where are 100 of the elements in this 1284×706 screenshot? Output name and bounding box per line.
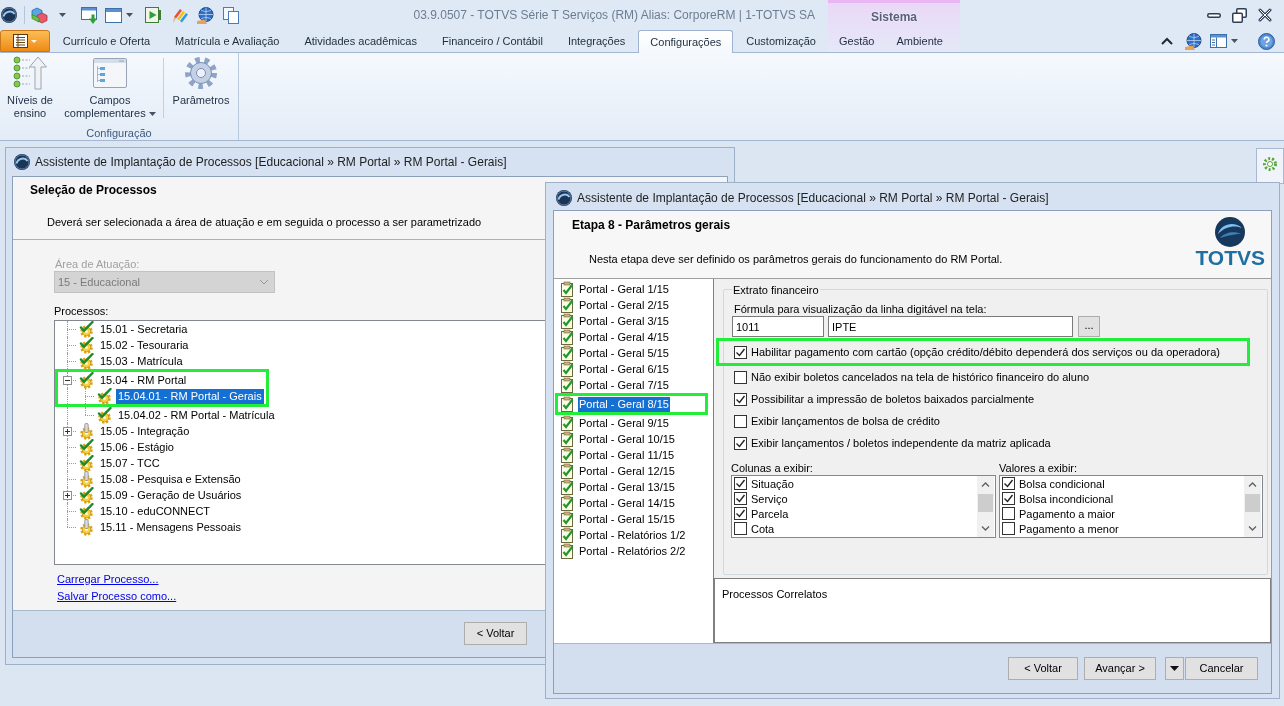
caret-down-icon: [1170, 666, 1179, 671]
globe-icon[interactable]: [1185, 32, 1202, 50]
ribbon-button[interactable]: Campos complementares: [62, 53, 158, 123]
collapse-icon[interactable]: [62, 375, 72, 385]
cubes-icon[interactable]: [31, 6, 48, 24]
step-item[interactable]: Portal - Geral 12/15: [578, 463, 676, 479]
ribbon-button[interactable]: Parâmetros: [169, 53, 233, 123]
step-item[interactable]: Portal - Geral 13/15: [578, 479, 676, 495]
wizard-button[interactable]: < Voltar: [1008, 657, 1078, 680]
ribbon-tab[interactable]: Gestão: [828, 30, 886, 52]
checkbox[interactable]: [734, 345, 747, 359]
tree-item[interactable]: 15.04 - RM Portal: [98, 372, 189, 388]
ribbon-tab[interactable]: Atividades acadêmicas: [292, 30, 429, 52]
globe-icon[interactable]: [197, 6, 214, 24]
ribbon-tab[interactable]: Customização: [734, 30, 828, 52]
tree-item[interactable]: 15.05 - Integração: [98, 423, 192, 439]
checkbox[interactable]: [1002, 492, 1015, 505]
browse-button[interactable]: ...: [1078, 316, 1100, 337]
expand-icon[interactable]: [62, 490, 72, 500]
formula-name-field[interactable]: IPTE: [828, 316, 1073, 337]
scroll-down-icon[interactable]: [1248, 526, 1257, 531]
scroll-down-icon[interactable]: [981, 526, 990, 531]
checkbox[interactable]: [734, 370, 747, 384]
step-item[interactable]: Portal - Geral 7/15: [578, 377, 670, 393]
ribbon-tab[interactable]: Currículo e Oferta: [50, 30, 163, 52]
tree-item[interactable]: 15.09 - Geração de Usuários: [98, 487, 244, 503]
caret-down-icon[interactable]: [59, 13, 66, 17]
ribbon-tab[interactable]: Integrações: [555, 30, 638, 52]
step-item[interactable]: Portal - Geral 5/15: [578, 345, 670, 361]
tree-item[interactable]: 15.07 - TCC: [98, 455, 162, 471]
scrollbar-thumb[interactable]: [978, 494, 993, 512]
wizard-button[interactable]: Cancelar: [1185, 657, 1258, 680]
tree-item[interactable]: 15.04.02 - RM Portal - Matrícula: [116, 407, 277, 423]
minimize-icon[interactable]: [1207, 12, 1221, 18]
step-item[interactable]: Portal - Geral 15/15: [578, 511, 676, 527]
ribbon-tab[interactable]: Configurações: [638, 30, 734, 53]
caret-down-icon[interactable]: [126, 13, 133, 17]
ribbon-tab[interactable]: Matrícula e Avaliação: [163, 30, 292, 52]
chevron-up-icon[interactable]: [1161, 37, 1173, 45]
wizard-button[interactable]: Avançar >: [1084, 657, 1156, 680]
checkbox[interactable]: [1002, 477, 1015, 490]
step-item[interactable]: Portal - Geral 2/15: [578, 297, 670, 313]
step-item[interactable]: Portal - Geral 11/15: [578, 447, 676, 463]
field-label: Fórmula para visualização da linha digitável na tela:: [734, 303, 987, 315]
checkbox[interactable]: [734, 507, 747, 520]
link[interactable]: Carregar Processo...: [57, 571, 159, 587]
help-icon[interactable]: [1258, 32, 1275, 50]
step-item[interactable]: Portal - Geral 9/15: [578, 415, 670, 431]
checkbox[interactable]: [734, 492, 747, 505]
option-label: Pagamento a maior: [1019, 506, 1115, 521]
pencils-icon[interactable]: [172, 6, 189, 24]
play-box-icon[interactable]: [145, 7, 161, 23]
checkbox[interactable]: [734, 414, 747, 428]
back-button[interactable]: < Voltar: [464, 622, 527, 645]
ribbon-tab[interactable]: Ambiente: [885, 30, 954, 52]
scrollbar-thumb[interactable]: [1245, 494, 1260, 512]
step-item[interactable]: Portal - Relatórios 1/2: [578, 527, 687, 543]
option-label: Serviço: [751, 491, 788, 506]
tree-item[interactable]: 15.10 - eduCONNECT: [98, 503, 213, 519]
checkbox[interactable]: [734, 477, 747, 490]
checkbox[interactable]: [734, 436, 747, 450]
app-menu-button[interactable]: [0, 30, 50, 52]
tree-item[interactable]: 15.11 - Mensagens Pessoais: [98, 519, 244, 535]
step-item[interactable]: Portal - Relatórios 2/2: [578, 543, 687, 559]
checkbox[interactable]: [734, 522, 747, 535]
caret-down-icon[interactable]: [1231, 39, 1238, 43]
step-item[interactable]: Portal - Geral 10/15: [578, 431, 676, 447]
scroll-up-icon[interactable]: [1248, 482, 1257, 487]
app-logo-icon[interactable]: [1, 7, 17, 23]
scroll-up-icon[interactable]: [981, 482, 990, 487]
step-item[interactable]: Portal - Geral 4/15: [578, 329, 670, 345]
checkbox[interactable]: [1002, 522, 1015, 535]
tree-item[interactable]: 15.02 - Tesouraria: [98, 337, 191, 353]
tree-item[interactable]: 15.03 - Matrícula: [98, 353, 185, 369]
layout-icon[interactable]: [1210, 34, 1227, 48]
split-menu-button[interactable]: [1165, 657, 1184, 680]
checkbox[interactable]: [1002, 507, 1015, 520]
formula-code-field[interactable]: 1011: [732, 316, 824, 337]
step-item[interactable]: Portal - Geral 1/15: [578, 281, 670, 297]
copy-icon[interactable]: [223, 6, 239, 24]
window-arrow-icon[interactable]: [81, 6, 98, 24]
checkbox[interactable]: [734, 392, 747, 406]
ribbon-button[interactable]: Níveis de ensino: [2, 53, 58, 123]
tree-item[interactable]: 15.01 - Secretaria: [98, 321, 190, 337]
close-icon[interactable]: [1258, 8, 1272, 22]
tree-item[interactable]: 15.06 - Estágio: [98, 439, 176, 455]
tree-item[interactable]: 15.08 - Pesquisa e Extensão: [98, 471, 243, 487]
tree-item[interactable]: 15.04.01 - RM Portal - Gerais: [116, 388, 264, 404]
expand-icon[interactable]: [62, 426, 72, 436]
link[interactable]: Salvar Processo como...: [57, 587, 177, 604]
restore-icon[interactable]: [1232, 7, 1247, 23]
step-item[interactable]: Portal - Geral 14/15: [578, 495, 676, 511]
step-item[interactable]: Portal - Geral 3/15: [578, 313, 670, 329]
window-icon[interactable]: [105, 7, 122, 23]
ribbon-tab[interactable]: Financeiro / Contábil: [430, 30, 555, 52]
option-label: Possibilitar a impressão de boletos baixados parcialmente: [751, 392, 1035, 406]
step-item[interactable]: Portal - Geral 8/15: [578, 396, 670, 412]
gear-icon[interactable]: [1263, 157, 1277, 171]
step-item[interactable]: Portal - Geral 6/15: [578, 361, 670, 377]
field-label: Área de Atuação:: [55, 258, 140, 270]
